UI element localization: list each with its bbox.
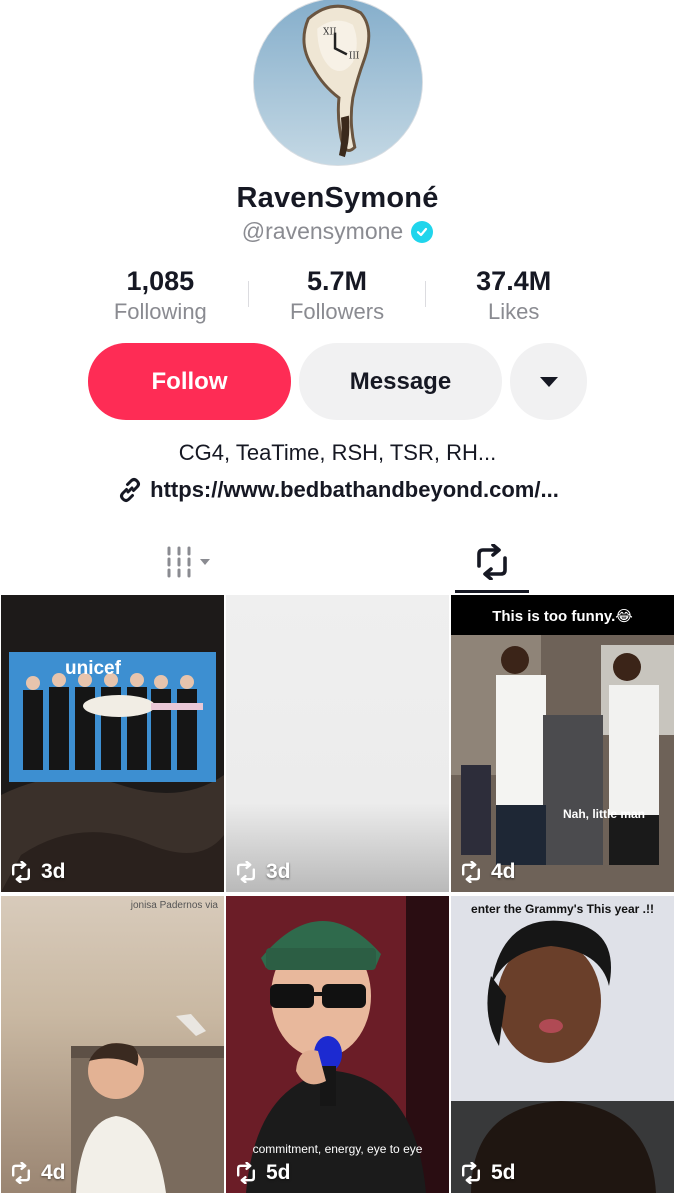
- repost-icon: [12, 1162, 30, 1184]
- repost-meta: 5d: [234, 1161, 291, 1185]
- svg-text:III: III: [349, 51, 360, 61]
- repost-icon: [462, 1162, 480, 1184]
- reposts-grid: unicef 3d 3d This is too funny.😂 Nah, li…: [0, 595, 675, 1199]
- thumbnail-watermark: jonisa Padernos via: [130, 900, 218, 911]
- repost-icon: [237, 1162, 255, 1184]
- repost-icon: [462, 861, 480, 883]
- thumbnail-subtitle: commitment, energy, eye to eye: [252, 1142, 423, 1156]
- message-button[interactable]: Message: [299, 343, 502, 420]
- repost-icon: [12, 861, 30, 883]
- post-age: 5d: [266, 1161, 291, 1184]
- following-count: 1,085: [126, 266, 195, 296]
- post-age: 3d: [41, 860, 66, 883]
- followers-label: Followers: [289, 299, 385, 324]
- verified-badge-icon: [411, 220, 434, 243]
- stat-divider: [248, 281, 249, 307]
- thumbnail-subtitle: Nah, little man: [563, 807, 646, 821]
- profile-link-row[interactable]: https://www.bedbathandbeyond.com/...: [0, 476, 675, 504]
- repost-meta: 5d: [459, 1161, 516, 1185]
- link-icon: [120, 478, 141, 502]
- kitchen-photo-image: [451, 595, 674, 892]
- display-name: RavenSymoné: [236, 182, 439, 214]
- video-thumbnail[interactable]: This is too funny.😂 Nah, little man 4d: [451, 595, 674, 892]
- tab-videos[interactable]: [150, 530, 230, 594]
- unicef-photo-image: [1, 595, 224, 892]
- likes-label: Likes: [488, 299, 540, 324]
- video-thumbnail[interactable]: unicef 3d: [1, 595, 224, 892]
- stat-following[interactable]: 1,085 Following: [72, 265, 249, 327]
- thumbnail-logo-text: unicef: [65, 658, 121, 679]
- post-age: 4d: [41, 1161, 66, 1184]
- followers-count: 5.7M: [306, 266, 368, 296]
- repost-meta: 3d: [9, 860, 66, 884]
- post-age: 3d: [266, 860, 291, 883]
- stat-followers[interactable]: 5.7M Followers: [249, 265, 426, 327]
- woman-selfie-image: [451, 896, 674, 1193]
- video-thumbnail[interactable]: commitment, energy, eye to eye 5d: [226, 896, 449, 1193]
- profile-link[interactable]: https://www.bedbathandbeyond.com/...: [150, 477, 559, 503]
- video-thumbnail[interactable]: jonisa Padernos via 4d: [1, 896, 224, 1193]
- repost-meta: 3d: [234, 860, 291, 884]
- caret-down-icon: [539, 376, 558, 387]
- tab-reposts[interactable]: [455, 530, 529, 594]
- video-thumbnail[interactable]: enter the Grammy's This year .!! 5d: [451, 896, 674, 1193]
- following-label: Following: [113, 299, 207, 324]
- more-options-button[interactable]: [510, 343, 587, 420]
- repost-icon: [477, 544, 507, 580]
- active-tab-indicator: [455, 590, 529, 593]
- toddler-photo-image: [71, 1014, 224, 1193]
- post-age: 4d: [491, 860, 516, 883]
- profile-tabs: [0, 530, 675, 594]
- thumbnail-caption: This is too funny.😂: [492, 608, 633, 625]
- profile-stats: 1,085 Following 5.7M Followers 37.4M Lik…: [72, 265, 602, 327]
- stat-divider: [425, 281, 426, 307]
- svg-text:XII: XII: [323, 28, 337, 38]
- follow-button[interactable]: Follow: [88, 343, 291, 420]
- repost-meta: 4d: [9, 1161, 66, 1185]
- stat-likes: 37.4M Likes: [425, 265, 602, 327]
- grid-bars-icon: [167, 546, 210, 578]
- thumbnail-caption: enter the Grammy's This year .!!: [471, 902, 654, 916]
- repost-icon: [237, 861, 255, 883]
- handle-row: @ravensymone: [0, 218, 675, 245]
- post-age: 5d: [491, 1161, 516, 1184]
- repost-meta: 4d: [459, 860, 516, 884]
- video-thumbnail[interactable]: 3d: [226, 595, 449, 892]
- likes-count: 37.4M: [476, 266, 552, 296]
- profile-avatar[interactable]: XII III: [253, 0, 423, 166]
- profile-bio: CG4, TeaTime, RSH, TSR, RH...: [178, 440, 497, 465]
- username-handle: @ravensymone: [241, 218, 404, 244]
